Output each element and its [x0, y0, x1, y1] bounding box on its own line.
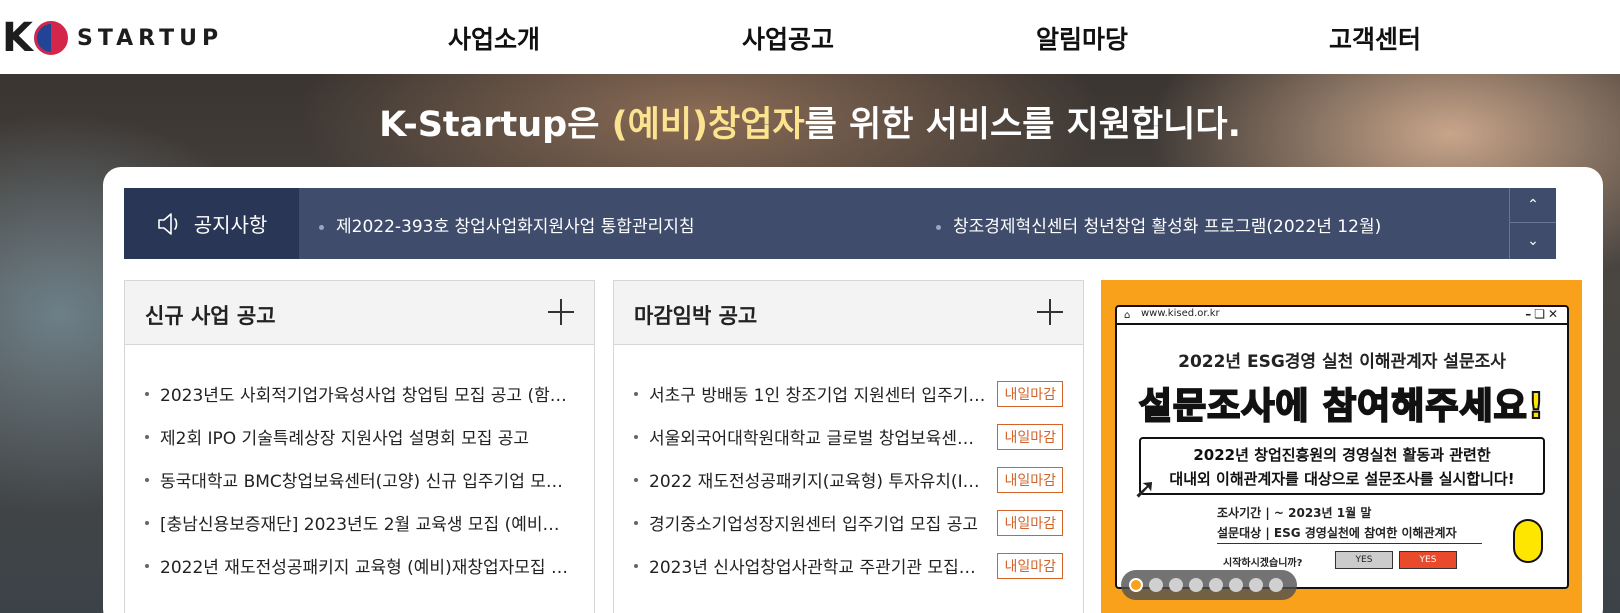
speaker-icon	[157, 212, 177, 235]
bullet-icon	[634, 520, 638, 525]
hero-title-prefix: K-Startup은	[379, 105, 612, 145]
chevron-down-icon[interactable]: ⌄	[1510, 223, 1556, 258]
board-title: 신규 사업 공고	[145, 304, 276, 328]
board-header: 신규 사업 공고	[125, 281, 594, 345]
window-controls-icon: –❏✕	[1525, 307, 1561, 321]
list-item-text: 제2회 IPO 기술특례상장 지원사업 설명회 모집 공고	[160, 429, 530, 449]
mouse-icon	[1513, 519, 1543, 563]
notice-item-text: 창조경제혁신센터 청년창업 활성화 프로그램(2022년 12월)	[953, 217, 1382, 237]
list-item-text: 서울외국어대학원대학교 글로벌 창업보육센터 입주기업 모집	[649, 429, 987, 449]
nav-item-business-intro[interactable]: 사업소개	[448, 20, 540, 56]
survey-banner[interactable]: ⌂ www.kised.or.kr –❏✕ 2022년 ESG경영 실천 이해관…	[1101, 280, 1582, 613]
banner-window-bar: ⌂ www.kised.or.kr –❏✕	[1117, 307, 1567, 325]
list-item[interactable]: [충남신용보증재단] 2023년도 2월 교육생 모집 (예비창업자)	[145, 501, 574, 544]
list-item-text: 2022년 재도전성공패키지 교육형 (예비)재창업자모집 공고	[160, 558, 574, 578]
bullet-icon	[634, 391, 638, 396]
list-item[interactable]: 서울외국어대학원대학교 글로벌 창업보육센터 입주기업 모집 내일마감	[634, 415, 1063, 458]
list-item-text: 2022 재도전성공패키지(교육형) 투자유치(IR) 모집	[649, 472, 988, 492]
carousel-dot[interactable]	[1149, 578, 1163, 592]
notice-label[interactable]: 공지사항	[124, 188, 299, 259]
main-navigation: 사업소개 사업공고 알림마당 고객센터	[0, 0, 1620, 74]
banner-body-line: 2022년 창업진흥원의 경영실천 활동과 관련한	[1193, 446, 1491, 464]
bullet-icon	[145, 434, 149, 439]
home-icon: ⌂	[1124, 310, 1131, 321]
notice-label-text: 공지사항	[193, 213, 268, 237]
bullet-icon	[319, 224, 324, 230]
deadline-board: 마감임박 공고 서초구 방배동 1인 창조기업 지원센터 입주기업 모집 내일마감…	[613, 280, 1084, 613]
bullet-icon	[145, 391, 149, 396]
board-list: 서초구 방배동 1인 창조기업 지원센터 입주기업 모집 내일마감 서울외국어대학…	[614, 345, 1083, 587]
carousel-dot[interactable]	[1269, 578, 1283, 592]
banner-info: 조사기간 | ~ 2023년 1월 말 설문대상 | ESG 경영실천에 참여한…	[1217, 503, 1482, 544]
bullet-icon	[145, 520, 149, 525]
carousel-dot[interactable]	[1229, 578, 1243, 592]
bullet-icon	[634, 434, 638, 439]
banner-body: 2022년 창업진흥원의 경영실천 활동과 관련한 대내외 이해관계자를 대상으…	[1139, 437, 1545, 495]
notice-item[interactable]: 창조경제혁신센터 청년창업 활성화 프로그램(2022년 12월)	[936, 212, 1381, 237]
hero-title-highlight: (예비)창업자	[611, 105, 805, 145]
bullet-icon	[634, 563, 638, 568]
bullet-icon	[145, 477, 149, 482]
banner-period: 조사기간 | ~ 2023년 1월 말	[1217, 506, 1372, 520]
list-item-text: 동국대학교 BMC창업보육센터(고양) 신규 입주기업 모집 공고	[160, 472, 574, 492]
deadline-badge: 내일마감	[997, 509, 1063, 536]
list-item[interactable]: 동국대학교 BMC창업보육센터(고양) 신규 입주기업 모집 공고	[145, 458, 574, 501]
bullet-icon	[145, 563, 149, 568]
list-item[interactable]: 2022년 재도전성공패키지 교육형 (예비)재창업자모집 공고	[145, 544, 574, 587]
list-item[interactable]: 2022 재도전성공패키지(교육형) 투자유치(IR) 모집 내일마감	[634, 458, 1063, 501]
banner-target: 설문대상 | ESG 경영실천에 참여한 이해관계자	[1217, 526, 1457, 540]
notice-bar: 공지사항 제2022-393호 창업사업화지원사업 통합관리지침 창조경제혁신센…	[124, 188, 1556, 259]
list-item-text: 경기중소기업성장지원센터 입주기업 모집 공고	[649, 515, 979, 535]
plus-icon[interactable]	[548, 299, 574, 325]
list-item-text: 2023년도 사회적기업가육성사업 창업팀 모집 공고 (함께일하는재단)	[160, 386, 574, 406]
banner-divider	[1217, 543, 1482, 544]
banner-headline: 설문조사에 참여해주세요!	[1138, 385, 1546, 428]
notice-item[interactable]: 제2022-393호 창업사업화지원사업 통합관리지침	[319, 212, 695, 237]
deadline-badge: 내일마감	[997, 380, 1063, 407]
banner-url: www.kised.or.kr	[1141, 308, 1220, 319]
notice-item-text: 제2022-393호 창업사업화지원사업 통합관리지침	[336, 217, 695, 237]
list-item-text: [충남신용보증재단] 2023년도 2월 교육생 모집 (예비창업자)	[160, 515, 574, 535]
deadline-badge: 내일마감	[997, 423, 1063, 450]
notice-scroll-controls: ⌃ ⌄	[1509, 188, 1556, 259]
list-item-text: 서초구 방배동 1인 창조기업 지원센터 입주기업 모집	[649, 386, 988, 406]
nav-item-business-notice[interactable]: 사업공고	[742, 20, 834, 56]
list-item[interactable]: 제2회 IPO 기술특례상장 지원사업 설명회 모집 공고	[145, 415, 574, 458]
carousel-dot[interactable]	[1189, 578, 1203, 592]
plus-icon[interactable]	[1037, 299, 1063, 325]
bullet-icon	[634, 477, 638, 482]
board-list: 2023년도 사회적기업가육성사업 창업팀 모집 공고 (함께일하는재단) 제2…	[125, 345, 594, 587]
hero-title-suffix: 를 위한 서비스를 지원합니다.	[804, 105, 1241, 145]
list-item[interactable]: 2023년 신사업창업사관학교 주관기관 모집공고 내일마감	[634, 544, 1063, 587]
nav-item-notifications[interactable]: 알림마당	[1036, 20, 1128, 56]
list-item[interactable]: 경기중소기업성장지원센터 입주기업 모집 공고 내일마감	[634, 501, 1063, 544]
carousel-pagination	[1121, 570, 1297, 600]
banner-btn-gray: YES	[1335, 551, 1393, 569]
carousel-dot-active[interactable]	[1129, 578, 1143, 592]
bullet-icon	[936, 224, 941, 230]
new-business-board: 신규 사업 공고 2023년도 사회적기업가육성사업 창업팀 모집 공고 (함께…	[124, 280, 595, 613]
deadline-badge: 내일마감	[997, 552, 1063, 579]
banner-subtitle: 2022년 ESG경영 실천 이해관계자 설문조사	[1178, 352, 1506, 372]
cursor-click-icon: ➚	[1133, 472, 1157, 505]
deadline-badge: 내일마감	[997, 466, 1063, 493]
banner-btn-red: YES	[1399, 551, 1457, 569]
banner-body-line: 대내외 이해관계자를 대상으로 설문조사를 실시합니다!	[1169, 470, 1515, 488]
chevron-up-icon[interactable]: ⌃	[1510, 188, 1556, 223]
list-item[interactable]: 2023년도 사회적기업가육성사업 창업팀 모집 공고 (함께일하는재단)	[145, 372, 574, 415]
list-item-text: 2023년 신사업창업사관학교 주관기관 모집공고	[649, 558, 988, 578]
board-header: 마감임박 공고	[614, 281, 1083, 345]
banner-question: 시작하시겠습니까?	[1223, 558, 1303, 569]
nav-item-customer-center[interactable]: 고객센터	[1329, 20, 1421, 56]
banner-window-illustration: ⌂ www.kised.or.kr –❏✕ 2022년 ESG경영 실천 이해관…	[1115, 305, 1569, 589]
hero-title: K-Startup은 (예비)창업자를 위한 서비스를 지원합니다.	[0, 96, 1620, 147]
carousel-dot[interactable]	[1249, 578, 1263, 592]
site-header: K STARTUP 사업소개 사업공고 알림마당 고객센터	[0, 0, 1620, 74]
carousel-dot[interactable]	[1209, 578, 1223, 592]
list-item[interactable]: 서초구 방배동 1인 창조기업 지원센터 입주기업 모집 내일마감	[634, 372, 1063, 415]
board-title: 마감임박 공고	[634, 304, 758, 328]
carousel-dot[interactable]	[1169, 578, 1183, 592]
